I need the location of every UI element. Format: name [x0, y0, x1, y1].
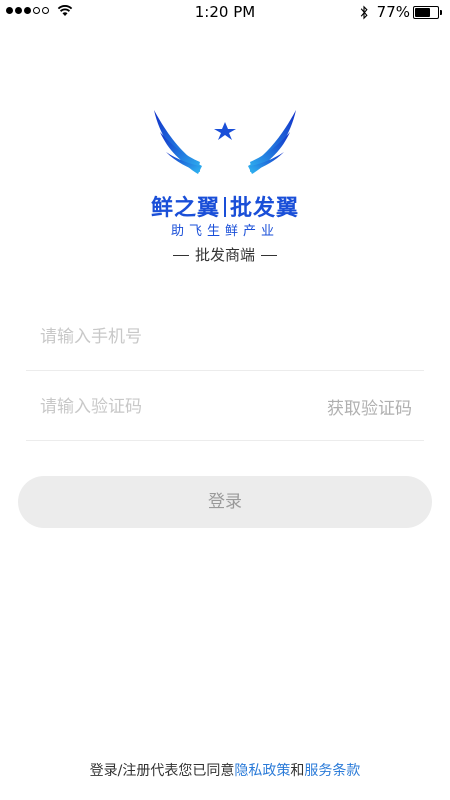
agreement-and: 和 — [290, 763, 305, 779]
privacy-policy-link[interactable]: 隐私政策 — [234, 763, 290, 779]
dash-right — [261, 255, 277, 256]
battery-icon — [413, 5, 439, 19]
get-code-button[interactable]: 获取验证码 — [327, 394, 412, 419]
agreement-prefix: 登录/注册代表您已同意 — [89, 763, 235, 779]
terms-of-service-link[interactable]: 服务条款 — [304, 763, 360, 779]
winged-logo-icon — [154, 110, 296, 174]
battery-percent: 77% — [376, 3, 410, 21]
code-field: 获取验证码 — [26, 372, 424, 441]
bluetooth-icon — [360, 5, 368, 19]
brand-name-left: 鲜之翼 — [150, 196, 220, 221]
brand-name-right: 批发翼 — [230, 196, 300, 221]
portal-label: 批发商端 — [0, 244, 450, 265]
login-button[interactable]: 登录 — [18, 476, 432, 528]
verification-code-input[interactable] — [38, 392, 302, 422]
phone-field — [26, 302, 424, 371]
phone-input[interactable] — [38, 322, 302, 352]
brand-divider — [224, 197, 226, 217]
portal-text: 批发商端 — [194, 246, 255, 264]
brand-name: 鲜之翼 批发翼 — [0, 190, 450, 222]
brand-slogan: 助飞生鲜产业 — [170, 224, 279, 239]
status-right: 77% — [359, 3, 442, 21]
agreement-text: 登录/注册代表您已同意隐私政策和服务条款 — [0, 760, 450, 780]
battery-cap — [440, 9, 442, 15]
dash-left — [172, 255, 189, 256]
battery-fill — [415, 7, 430, 17]
status-bar: 1:20 PM 77% — [0, 0, 450, 24]
